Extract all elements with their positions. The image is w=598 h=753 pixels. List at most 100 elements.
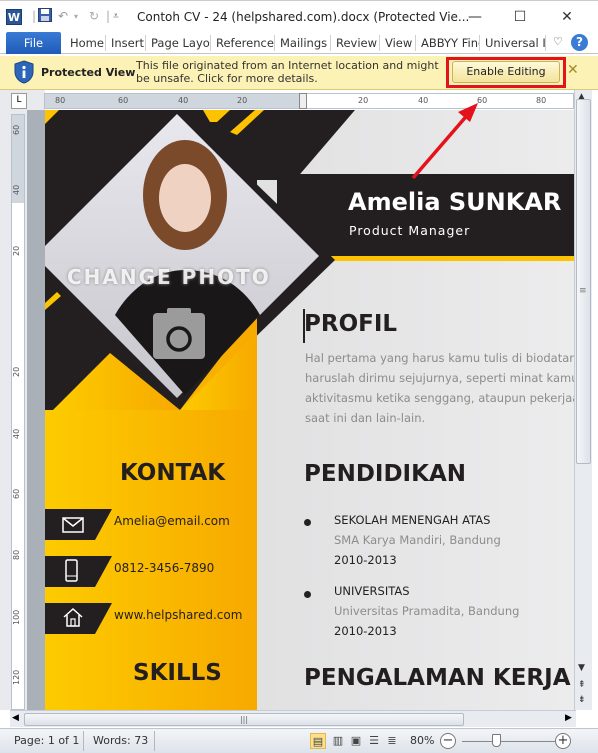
ruler-tick: 60 [12, 488, 21, 500]
indent-marker[interactable] [299, 93, 307, 109]
ruler-tick: 20 [237, 96, 248, 105]
undo-icon[interactable]: ↶ [58, 9, 68, 25]
undo-dropdown-icon[interactable]: ▾ [74, 12, 78, 28]
tab-file[interactable]: File [6, 32, 61, 54]
maximize-button[interactable]: ☐ [505, 7, 535, 27]
zoom-in-button[interactable]: + [555, 733, 571, 749]
ruler-tick: 40 [12, 184, 21, 196]
protected-view-label: Protected View [41, 66, 136, 79]
page-count[interactable]: Page: 1 of 1 [14, 734, 79, 747]
cv-name: Amelia SUNKAR [348, 188, 562, 216]
ruler-tick: 20 [12, 366, 21, 378]
scroll-down-icon[interactable]: ▼ [578, 663, 585, 673]
web-layout-icon[interactable]: ▣ [348, 733, 364, 749]
profil-line: haruslah dirimu sejujurnya, seperti mina… [305, 371, 574, 385]
title-bar: W | ↶ ▾ ↻ | ⩡ Contoh CV - 24 (helpshared… [0, 0, 598, 32]
camera-icon [153, 313, 205, 359]
tab-view[interactable]: View [380, 35, 416, 51]
zoom-slider[interactable] [462, 741, 557, 742]
full-screen-reading-icon[interactable]: ▥ [330, 733, 346, 749]
edu-title: SEKOLAH MENENGAH ATAS [334, 513, 491, 527]
separator [154, 731, 155, 751]
ruler-tick: 20 [12, 245, 21, 257]
redo-icon[interactable]: ↻ [89, 9, 99, 25]
skills-heading: SKILLS [133, 660, 222, 686]
protected-view-message[interactable]: This file originated from an Internet lo… [136, 59, 446, 85]
ruler-tick: 80 [536, 96, 547, 105]
highlight-box [446, 57, 566, 88]
edu-school: SMA Karya Mandiri, Bandung [334, 533, 501, 547]
tab-universal[interactable]: Universal I [480, 35, 546, 51]
word-app-icon[interactable]: W [6, 9, 22, 25]
horizontal-ruler[interactable]: 80 60 40 20 20 40 60 80 [44, 93, 574, 109]
cv-role: Product Manager [349, 223, 471, 238]
zoom-out-button[interactable]: − [440, 733, 456, 749]
previous-page-icon[interactable]: ⇞ [578, 680, 586, 690]
profil-text: Hal pertama yang harus kamu tulis di bio… [305, 348, 574, 428]
protected-view-bar[interactable]: Protected View This file originated from… [0, 56, 598, 90]
vertical-ruler[interactable]: 60 40 20 20 40 60 80 100 120 [11, 114, 25, 710]
profil-line: aktivitasmu ketika senggang, ataupun pek… [305, 391, 574, 405]
next-page-icon[interactable]: ⇟ [578, 695, 586, 705]
contact-website[interactable]: www.helpshared.com [114, 608, 242, 622]
horizontal-scrollbar[interactable]: ◀ ||| ▶ [10, 710, 576, 727]
ribbon-tabs: File Home Insert Page Layo Reference Mai… [0, 32, 598, 54]
separator: | [32, 9, 37, 23]
ruler-margin [45, 94, 303, 108]
tab-home[interactable]: Home [65, 35, 106, 51]
document-page[interactable]: CHANGE PHOTO Amelia SUNKAR Product Manag… [45, 110, 574, 710]
tab-mailings[interactable]: Mailings [275, 35, 331, 51]
ruler-tick: 120 [12, 669, 21, 685]
customize-quick-access-icon[interactable]: ⩡ [113, 11, 119, 27]
save-icon[interactable] [38, 8, 52, 24]
pengalaman-heading: PENGALAMAN KERJA [304, 665, 571, 691]
contact-phone[interactable]: 0812-3456-7890 [114, 561, 214, 575]
minimize-ribbon-icon[interactable]: ♡ [553, 35, 563, 48]
change-photo-label[interactable]: CHANGE PHOTO [67, 265, 271, 289]
outline-icon[interactable]: ☰ [366, 733, 382, 749]
ruler-tick: 60 [118, 96, 129, 105]
tab-page-layout[interactable]: Page Layo [146, 35, 211, 51]
separator: | [106, 9, 111, 23]
bullet [304, 519, 311, 526]
pendidikan-heading: PENDIDIKAN [304, 461, 466, 487]
close-button[interactable]: ✕ [552, 7, 582, 27]
word-count[interactable]: Words: 73 [93, 734, 148, 747]
shield-info-icon [14, 60, 34, 84]
ruler-tick: 60 [477, 96, 488, 105]
zoom-level[interactable]: 80% [410, 734, 434, 747]
edu-title: UNIVERSITAS [334, 584, 410, 598]
scroll-left-icon[interactable]: ◀ [12, 713, 19, 723]
profil-heading: PROFIL [304, 311, 398, 337]
kontak-heading: KONTAK [120, 460, 226, 486]
profil-line: Hal pertama yang harus kamu tulis di bio… [305, 351, 574, 365]
window-title: Contoh CV - 24 (helpshared.com).docx (Pr… [137, 10, 470, 24]
edu-school: Universitas Pramadita, Bandung [334, 604, 520, 618]
print-layout-icon[interactable]: ▤ [310, 733, 326, 749]
edu-years: 2010-2013 [334, 553, 397, 567]
draft-icon[interactable]: ≣ [384, 733, 400, 749]
tab-references[interactable]: Reference [211, 35, 275, 51]
ruler-tick: 100 [12, 609, 21, 625]
vertical-scrollbar[interactable]: ▲ ≡ ▼ ⇞ ⇟ [574, 90, 592, 710]
hscroll-thumb[interactable]: ||| [24, 713, 464, 726]
ruler-tick: 60 [12, 124, 21, 136]
close-bar-icon[interactable]: ✕ [567, 62, 579, 78]
separator [83, 731, 84, 751]
ruler-tick: 20 [358, 96, 369, 105]
tab-review[interactable]: Review [331, 35, 380, 51]
edu-years: 2010-2013 [334, 624, 397, 638]
ruler-tick: 80 [55, 96, 66, 105]
scroll-thumb[interactable]: ≡ [576, 99, 591, 464]
tab-abbyy[interactable]: ABBYY Fine [416, 35, 480, 51]
status-bar: Page: 1 of 1 Words: 73 ▤ ▥ ▣ ☰ ≣ 80% − + [0, 728, 598, 753]
help-icon[interactable]: ? [571, 34, 588, 51]
scroll-right-icon[interactable]: ▶ [565, 713, 572, 723]
ruler-tick: 40 [418, 96, 429, 105]
ruler-tick: 80 [12, 549, 21, 561]
tab-selector[interactable]: L [11, 93, 27, 109]
contact-email[interactable]: Amelia@email.com [114, 514, 230, 528]
tab-insert[interactable]: Insert [106, 35, 146, 51]
minimize-button[interactable]: — [460, 7, 490, 27]
zoom-slider-handle[interactable] [492, 734, 501, 747]
